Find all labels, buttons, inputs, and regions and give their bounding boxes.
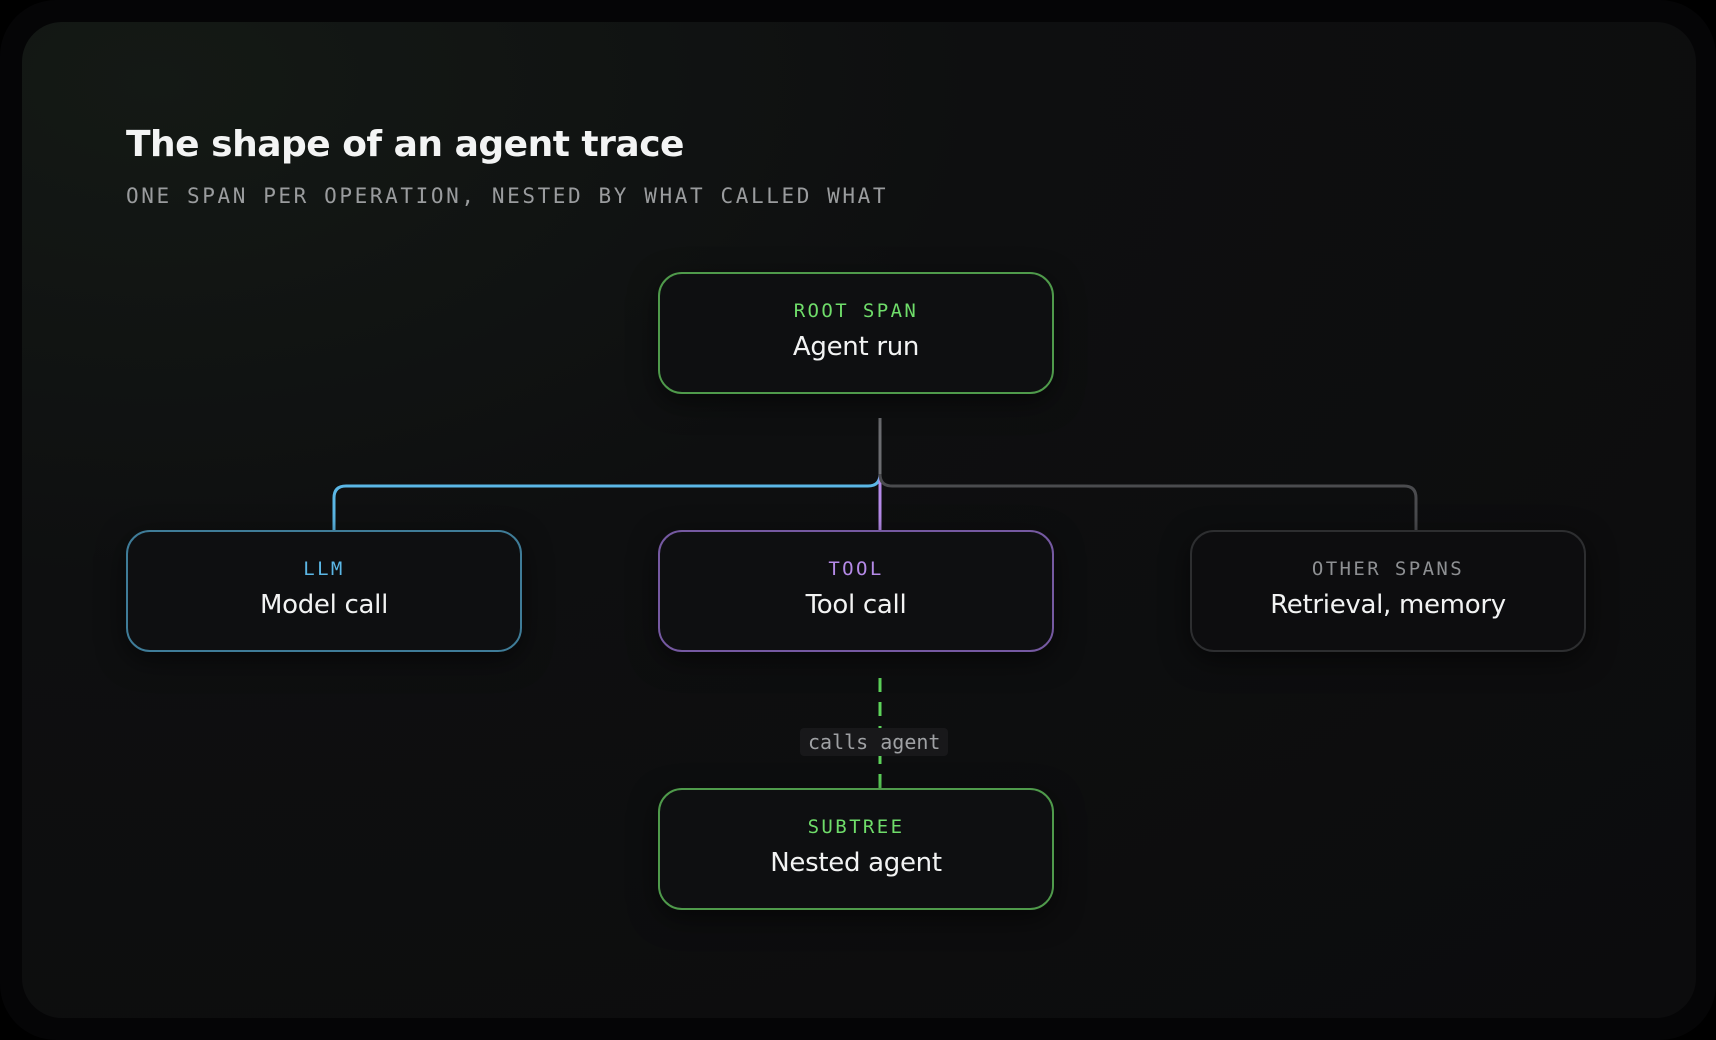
node-kind-label: SUBTREE [807, 816, 905, 838]
node-root-span: ROOT SPAN Agent run [658, 272, 1054, 394]
calls-agent-label: calls agent [800, 728, 949, 756]
llm-connector [332, 473, 882, 530]
node-title: Retrieval, memory [1270, 590, 1506, 620]
node-kind-label: OTHER SPANS [1311, 558, 1465, 580]
node-nested-agent: SUBTREE Nested agent [658, 788, 1054, 910]
node-kind-label: ROOT SPAN [793, 300, 919, 322]
node-title: Nested agent [770, 848, 942, 878]
node-other-spans: OTHER SPANS Retrieval, memory [1190, 530, 1586, 652]
node-llm: LLM Model call [126, 530, 522, 652]
node-tool: TOOL Tool call [658, 530, 1054, 652]
other-connector [878, 473, 1418, 530]
node-title: Tool call [805, 590, 907, 620]
node-kind-label: LLM [303, 558, 345, 580]
device-frame: The shape of an agent trace ONE SPAN PER… [0, 0, 1716, 1040]
diagram-panel: The shape of an agent trace ONE SPAN PER… [22, 22, 1696, 1018]
node-kind-label: TOOL [828, 558, 884, 580]
node-title: Agent run [792, 332, 920, 362]
node-title: Model call [259, 590, 388, 620]
